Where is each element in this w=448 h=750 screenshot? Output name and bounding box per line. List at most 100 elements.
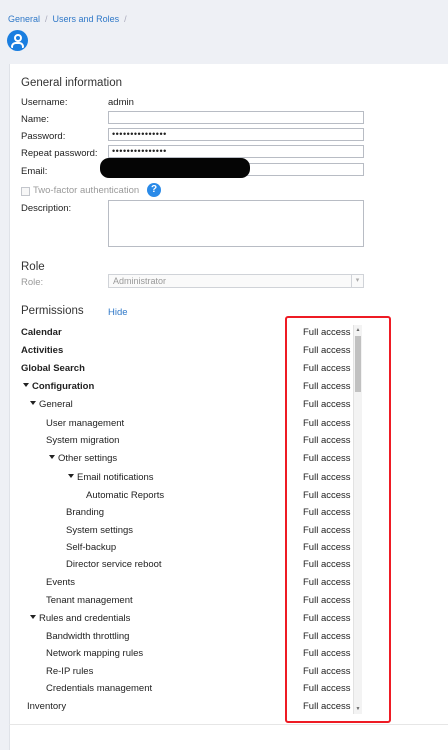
permission-access[interactable]: Full access [303,363,351,374]
role-select[interactable]: Administrator ▾ [108,274,364,288]
permission-row[interactable]: Configuration Full access [0,381,448,398]
scrollbar-thumb[interactable] [355,336,361,392]
permission-access[interactable]: Full access [303,490,351,501]
permission-access[interactable]: Full access [303,666,351,677]
permission-row[interactable]: System settings Full access [0,525,448,542]
permission-name: Global Search [21,363,85,374]
permission-name: Email notifications [77,472,154,483]
role-label: Role: [21,277,44,288]
permission-row[interactable]: Other settings Full access [0,453,448,470]
permission-access[interactable]: Full access [303,595,351,606]
permission-name: Calendar [21,327,62,338]
permission-row[interactable]: System migration Full access [0,435,448,452]
caret-down-icon[interactable] [49,455,55,460]
permission-access[interactable]: Full access [303,613,351,624]
permission-row[interactable]: Rules and credentials Full access [0,613,448,630]
permission-name: General [39,399,73,410]
username-value: admin [108,97,134,108]
permissions-scrollbar[interactable]: ▲ ▼ [353,325,362,714]
permission-row[interactable]: Email notifications Full access [0,472,448,489]
password-label: Password: [21,131,66,142]
permission-access[interactable]: Full access [303,683,351,694]
name-label: Name: [21,114,49,125]
permission-name: System settings [66,525,134,536]
permission-name: User management [46,418,125,429]
permission-access[interactable]: Full access [303,507,351,518]
password-field[interactable]: ••••••••••••••• [108,128,364,141]
permission-row[interactable]: Automatic Reports Full access [0,490,448,507]
breadcrumb-users-and-roles[interactable]: Users and Roles [53,14,120,24]
permission-name: Automatic Reports [86,490,165,501]
divider [9,724,448,725]
breadcrumb: General / Users and Roles / [8,14,132,24]
permission-row[interactable]: Self-backup Full access [0,542,448,559]
scroll-down-arrow-icon[interactable]: ▼ [355,705,361,713]
permission-access[interactable]: Full access [303,701,351,712]
permission-row[interactable]: Bandwidth throttling Full access [0,631,448,648]
breadcrumb-separator: / [45,14,48,24]
permission-access[interactable]: Full access [303,472,351,483]
permission-access[interactable]: Full access [303,631,351,642]
scroll-up-arrow-icon[interactable]: ▲ [355,326,361,334]
role-select-value: Administrator [113,276,167,286]
permission-row[interactable]: General Full access [0,399,448,416]
role-title: Role [21,261,45,273]
permission-name: Configuration [32,381,95,392]
permission-access[interactable]: Full access [303,381,351,392]
name-field[interactable] [108,111,364,124]
permission-row[interactable]: Activities Full access [0,345,448,362]
breadcrumb-general[interactable]: General [8,14,40,24]
permission-access[interactable]: Full access [303,559,351,570]
permission-name: Director service reboot [66,559,162,570]
help-icon[interactable]: ? [147,183,161,197]
caret-down-icon[interactable] [23,383,29,388]
repeat-password-field[interactable]: ••••••••••••••• [108,145,364,158]
permission-access[interactable]: Full access [303,418,351,429]
caret-down-icon[interactable] [30,401,36,406]
permission-name: Events [46,577,76,588]
permission-name: Re-IP rules [46,666,94,677]
permission-access[interactable]: Full access [303,453,351,464]
top-bar: General / Users and Roles / [0,0,448,62]
permission-name: System migration [46,435,120,446]
chevron-down-icon: ▾ [351,275,363,287]
permission-access[interactable]: Full access [303,399,351,410]
repeat-password-label: Repeat password: [21,148,98,159]
permission-name: Self-backup [66,542,117,553]
permission-row[interactable]: Director service reboot Full access [0,559,448,576]
general-information-title: General information [21,77,122,89]
caret-down-icon[interactable] [68,474,74,479]
permission-name: Network mapping rules [46,648,144,659]
description-textarea[interactable] [108,200,364,247]
permission-access[interactable]: Full access [303,577,351,588]
permission-name: Bandwidth throttling [46,631,130,642]
permission-row[interactable]: Inventory Full access [0,701,448,718]
permission-row[interactable]: Tenant management Full access [0,595,448,612]
permissions-title: Permissions [21,305,84,317]
permission-name: Rules and credentials [39,613,131,624]
permission-access[interactable]: Full access [303,327,351,338]
two-factor-checkbox[interactable] [21,187,30,196]
permission-row[interactable]: Events Full access [0,577,448,594]
permission-access[interactable]: Full access [303,648,351,659]
permission-access[interactable]: Full access [303,542,351,553]
username-label: Username: [21,97,68,108]
permission-access[interactable]: Full access [303,525,351,536]
permission-row[interactable]: Re-IP rules Full access [0,666,448,683]
hide-permissions-link[interactable]: Hide [108,307,128,318]
permission-row[interactable]: Calendar Full access [0,327,448,344]
caret-down-icon[interactable] [30,615,36,620]
permission-name: Credentials management [46,683,153,694]
user-avatar-icon [7,30,28,51]
permission-name: Inventory [27,701,67,712]
email-label: Email: [21,166,48,177]
permission-name: Tenant management [46,595,133,606]
permission-row[interactable]: User management Full access [0,418,448,435]
permission-row[interactable]: Network mapping rules Full access [0,648,448,665]
permission-row[interactable]: Branding Full access [0,507,448,524]
permission-row[interactable]: Credentials management Full access [0,683,448,700]
permission-name: Activities [21,345,64,356]
permission-row[interactable]: Global Search Full access [0,363,448,380]
permission-access[interactable]: Full access [303,345,351,356]
permission-access[interactable]: Full access [303,435,351,446]
